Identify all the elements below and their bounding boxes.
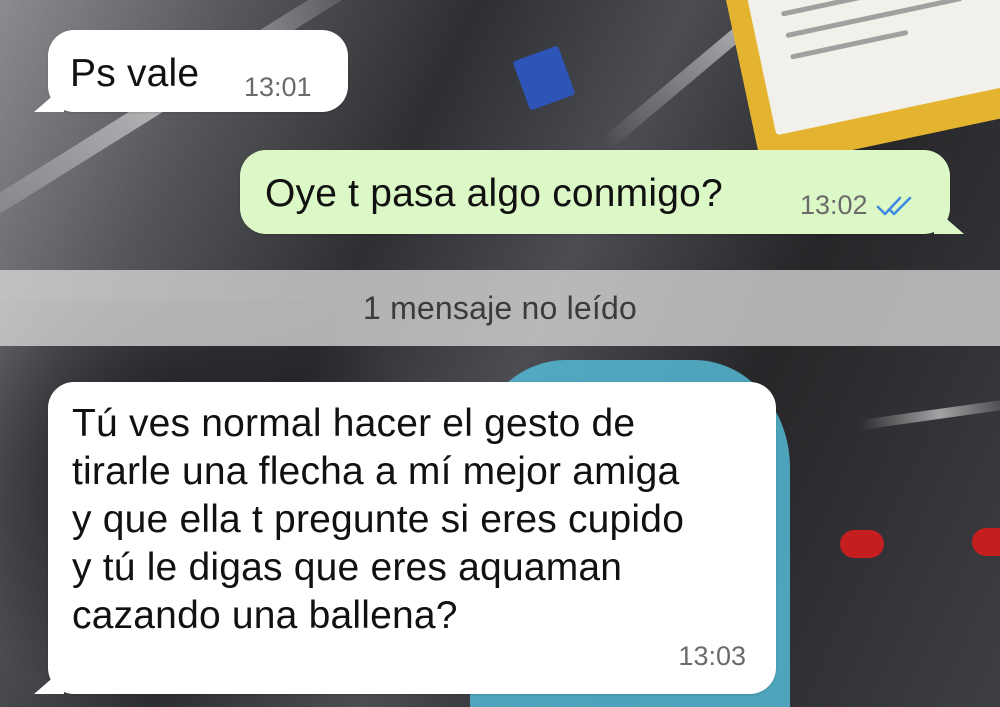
message-text: Ps vale	[70, 52, 200, 95]
unread-messages-banner: 1 mensaje no leído	[0, 270, 1000, 346]
message-meta: 13:02	[800, 190, 914, 221]
message-bubble-incoming[interactable]: Ps vale 13:01	[34, 30, 348, 112]
wallpaper-red-button	[840, 530, 884, 558]
message-time: 13:01	[244, 72, 312, 102]
message-meta: 13:03	[678, 641, 746, 672]
double-check-read-icon	[876, 195, 914, 217]
message-bubble-incoming[interactable]: Tú ves normal hacer el gesto de tirarle …	[34, 382, 776, 694]
wallpaper-red-button	[972, 528, 1000, 556]
wallpaper-blue-sign	[512, 45, 576, 111]
message-meta: 13:01	[244, 72, 312, 103]
message-bubble-outgoing[interactable]: Oye t pasa algo conmigo? 13:02	[240, 150, 964, 234]
message-time: 13:02	[800, 190, 868, 220]
message-text: Oye t pasa algo conmigo?	[265, 172, 723, 215]
message-time: 13:03	[678, 641, 746, 671]
message-text: Tú ves normal hacer el gesto de tirarle …	[72, 402, 685, 637]
wallpaper-light-streak	[860, 397, 1000, 430]
unread-banner-label: 1 mensaje no leído	[362, 289, 637, 326]
